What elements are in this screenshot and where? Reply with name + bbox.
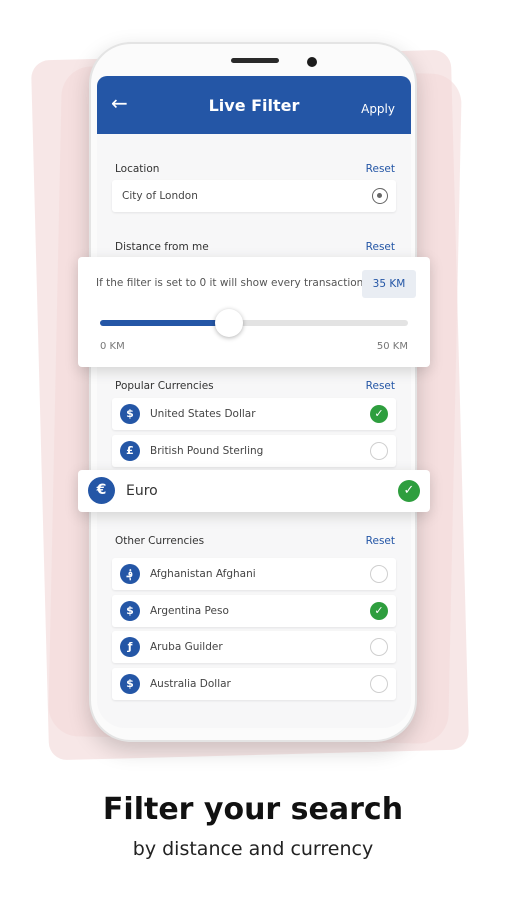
location-field[interactable]: City of London (112, 180, 396, 212)
location-reset-button[interactable]: Reset (366, 163, 395, 175)
distance-label: Distance from me (115, 241, 209, 253)
location-value: City of London (122, 190, 198, 202)
checkbox-unselected-icon[interactable] (370, 442, 388, 460)
currency-row-aud[interactable]: $ Australia Dollar (112, 668, 396, 700)
checkmark-selected-icon[interactable]: ✓ (370, 405, 388, 423)
popular-reset-button[interactable]: Reset (366, 380, 395, 392)
slider-fill (100, 320, 230, 326)
promo-headline: Filter your search (102, 792, 404, 827)
currency-name: Euro (126, 483, 158, 499)
app-bar: ← Live Filter Apply (97, 76, 411, 134)
currency-name: Australia Dollar (150, 678, 231, 690)
currency-row-usd[interactable]: $ United States Dollar ✓ (112, 398, 396, 430)
dollar-icon: $ (120, 674, 140, 694)
app-screen: ← Live Filter Apply Location Reset City … (97, 76, 411, 728)
other-reset-button[interactable]: Reset (366, 535, 395, 547)
slider-min-label: 0 KM (100, 341, 125, 352)
checkmark-selected-icon[interactable]: ✓ (398, 480, 420, 502)
checkmark-selected-icon[interactable]: ✓ (370, 602, 388, 620)
currency-row-eur[interactable]: € Euro ✓ (78, 470, 430, 512)
currency-row-gbp[interactable]: £ British Pound Sterling (112, 435, 396, 467)
currency-row-ars[interactable]: $ Argentina Peso ✓ (112, 595, 396, 627)
afghani-icon: ؋ (120, 564, 140, 584)
promo-subline: by distance and currency (132, 838, 374, 860)
gps-target-icon[interactable] (372, 188, 388, 204)
currency-name: Afghanistan Afghani (150, 568, 256, 580)
currency-name: Argentina Peso (150, 605, 229, 617)
distance-value-badge: 35 KM (362, 270, 416, 298)
slider-max-label: 50 KM (376, 341, 408, 352)
phone-speaker (231, 58, 279, 63)
checkbox-unselected-icon[interactable] (370, 638, 388, 656)
distance-slider[interactable] (100, 309, 408, 337)
pound-icon: £ (120, 441, 140, 461)
currency-row-afn[interactable]: ؋ Afghanistan Afghani (112, 558, 396, 590)
apply-button[interactable]: Apply (361, 102, 395, 116)
popular-currencies-label: Popular Currencies (115, 380, 214, 392)
phone-camera (307, 57, 317, 67)
distance-slider-card: If the filter is set to 0 it will show e… (78, 257, 430, 367)
florin-icon: ƒ (120, 637, 140, 657)
euro-icon: € (88, 477, 115, 504)
currency-name: United States Dollar (150, 408, 256, 420)
currency-name: Aruba Guilder (150, 641, 223, 653)
dollar-icon: $ (120, 404, 140, 424)
other-currencies-label: Other Currencies (115, 535, 205, 547)
dollar-icon: $ (120, 601, 140, 621)
currency-name: British Pound Sterling (150, 445, 264, 457)
checkbox-unselected-icon[interactable] (370, 675, 388, 693)
slider-thumb[interactable] (215, 309, 244, 337)
currency-row-awg[interactable]: ƒ Aruba Guilder (112, 631, 396, 663)
distance-hint: If the filter is set to 0 it will show e… (96, 277, 364, 289)
location-label: Location (115, 163, 160, 175)
distance-reset-button[interactable]: Reset (366, 241, 395, 253)
phone-frame: ← Live Filter Apply Location Reset City … (89, 42, 417, 742)
checkbox-unselected-icon[interactable] (370, 565, 388, 583)
